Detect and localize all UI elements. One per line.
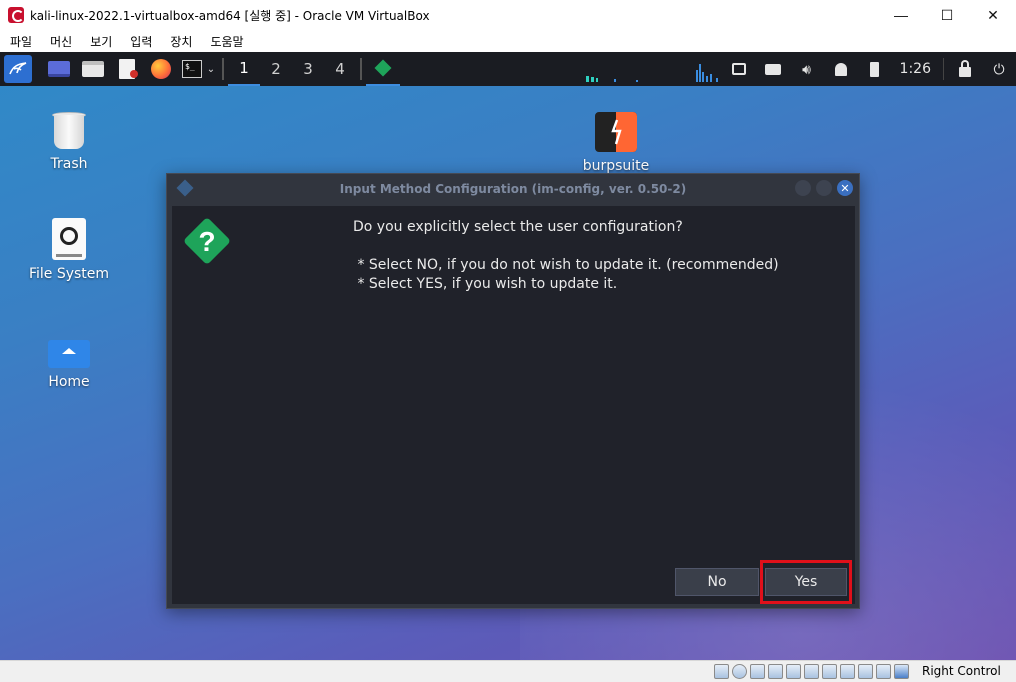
host-key-label: Right Control	[922, 664, 1001, 678]
volume-icon[interactable]: 🔊︎	[790, 52, 824, 86]
host-titlebar: kali-linux-2022.1-virtualbox-amd64 [실행 중…	[0, 0, 1016, 30]
virtualbox-app-icon	[8, 7, 24, 23]
home-folder-icon	[48, 340, 90, 368]
desktop-icon-file-system[interactable]: File System	[24, 218, 114, 282]
panel-separator	[222, 58, 224, 80]
logout-icon[interactable]: ⏻	[982, 52, 1016, 86]
desktop-icon-label: Trash	[50, 156, 88, 172]
guest-screen: $_ ⌄ 1 2 3 4 🔊︎ 1:26 ⏻ Trash File System…	[0, 52, 1016, 660]
usb-icon[interactable]	[786, 664, 801, 679]
desktop-icon-home[interactable]: Home	[24, 340, 114, 390]
trash-icon	[51, 108, 87, 150]
shared-folders-icon[interactable]	[804, 664, 819, 679]
display-icon[interactable]	[822, 664, 837, 679]
dialog-close-button[interactable]: ✕	[837, 180, 853, 196]
kali-menu-button[interactable]	[4, 55, 32, 83]
notification-bell-icon[interactable]	[824, 52, 858, 86]
firefox-icon[interactable]	[146, 52, 176, 86]
cpu-graph	[586, 64, 718, 82]
network-adapter-icon[interactable]	[768, 664, 783, 679]
workspace-2[interactable]: 2	[260, 52, 292, 86]
host-statusbar: Right Control	[0, 660, 1016, 682]
menu-file[interactable]: 파일	[0, 33, 40, 50]
mouse-integration-icon[interactable]	[876, 664, 891, 679]
workspace-1[interactable]: 1	[228, 52, 260, 86]
text-editor-icon[interactable]	[112, 52, 142, 86]
hard-disk-icon[interactable]	[714, 664, 729, 679]
system-tray: 🔊︎ 1:26 ⏻	[722, 52, 1016, 86]
desktop-icon-trash[interactable]: Trash	[24, 108, 114, 172]
terminal-icon[interactable]: $_	[180, 52, 204, 86]
no-button[interactable]: No	[675, 568, 759, 596]
clock[interactable]: 1:26	[892, 61, 939, 77]
close-button[interactable]: ✕	[970, 0, 1016, 30]
dialog-title: Input Method Configuration (im-config, v…	[339, 182, 687, 196]
dialog-option-no-text: * Select NO, if you do not wish to updat…	[353, 257, 779, 273]
menu-help[interactable]: 도움말	[200, 33, 251, 50]
window-controls: — ☐ ✕	[878, 0, 1016, 30]
question-mark-icon: ?	[198, 226, 216, 257]
audio-icon[interactable]	[750, 664, 765, 679]
host-menubar: 파일 머신 보기 입력 장치 도움말	[0, 30, 1016, 52]
dialog-question: Do you explicitly select the user config…	[353, 219, 683, 235]
dialog-body: ? Do you explicitly select the user conf…	[172, 206, 855, 604]
keyboard-icon[interactable]	[756, 52, 790, 86]
minimize-button[interactable]: —	[878, 0, 924, 30]
desktop-icon-label: File System	[28, 266, 110, 282]
highlight-annotation-box	[760, 560, 852, 604]
dialog-window-controls: ✕	[795, 180, 853, 196]
dialog-titlebar[interactable]: Input Method Configuration (im-config, v…	[167, 174, 859, 204]
status-device-icons	[714, 664, 909, 679]
desktop-icon-burpsuite[interactable]: burpsuite	[571, 112, 661, 174]
menu-input[interactable]: 입력	[120, 33, 160, 50]
show-desktop-icon[interactable]	[44, 52, 74, 86]
menu-view[interactable]: 보기	[80, 33, 120, 50]
taskbar-dialog-window[interactable]	[366, 52, 400, 86]
dialog-minimize-button[interactable]	[795, 180, 811, 196]
lock-icon[interactable]	[948, 52, 982, 86]
dialog-maximize-button[interactable]	[816, 180, 832, 196]
host-key-arrow-icon[interactable]	[894, 664, 909, 679]
dialog-question-icon	[176, 179, 194, 197]
maximize-button[interactable]: ☐	[924, 0, 970, 30]
video-capture-icon[interactable]	[840, 664, 855, 679]
chevron-down-icon[interactable]: ⌄	[204, 52, 218, 86]
desktop-icon-label: burpsuite	[582, 158, 650, 174]
kali-dragon-icon	[9, 62, 27, 75]
workspace-3[interactable]: 3	[292, 52, 324, 86]
file-manager-icon[interactable]	[78, 52, 108, 86]
burpsuite-icon	[595, 112, 637, 152]
window-title: kali-linux-2022.1-virtualbox-amd64 [실행 중…	[30, 8, 430, 23]
network-icon[interactable]	[722, 52, 756, 86]
menu-machine[interactable]: 머신	[40, 33, 80, 50]
panel-separator	[360, 58, 362, 80]
battery-icon[interactable]	[858, 52, 892, 86]
desktop-icon-label: Home	[48, 374, 90, 390]
workspace-4[interactable]: 4	[324, 52, 356, 86]
im-config-dialog: Input Method Configuration (im-config, v…	[166, 173, 860, 609]
dialog-option-yes-text: * Select YES, if you wish to update it.	[353, 276, 618, 292]
drive-icon	[52, 218, 86, 260]
menu-devices[interactable]: 장치	[160, 33, 200, 50]
question-icon	[374, 59, 392, 77]
virtualization-icon[interactable]	[858, 664, 873, 679]
optical-drive-icon[interactable]	[732, 664, 747, 679]
kali-panel: $_ ⌄ 1 2 3 4 🔊︎ 1:26 ⏻	[0, 52, 1016, 86]
